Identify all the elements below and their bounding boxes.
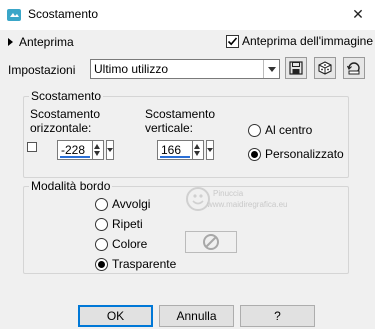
vertical-offset-input[interactable]: 166 [157,140,193,160]
horizontal-offset-label-text: Scostamento orizzontale: [30,107,101,135]
edge-repeat-radio[interactable] [95,218,108,231]
preview-toggle[interactable]: Anteprima [8,34,74,50]
edge-transparent-label: Trasparente [112,257,177,271]
preview-label: Anteprima [19,35,74,49]
edge-color-swatch[interactable] [185,231,237,253]
vertical-offset-label-text: Scostamento verticale: [145,107,216,135]
randomize-button[interactable] [314,57,336,79]
dialog-body: Anteprima Anteprima dell'immagine Impost… [0,30,375,329]
presets-value: Ultimo utilizzo [94,62,169,76]
vertical-offset-label: Scostamento verticale: [145,107,235,135]
edge-color-radio[interactable] [95,238,108,251]
horizontal-offset-stepper[interactable] [93,140,104,160]
offset-group-title: Scostamento [29,89,104,103]
disabled-icon [203,234,219,250]
help-button[interactable]: ? [240,305,315,327]
vertical-offset-value: 166 [161,143,182,157]
horizontal-offset-value: -228 [61,143,86,157]
edge-wrap-label: Avvolgi [112,197,151,211]
vertical-offset-spinner[interactable]: 166 [157,140,214,160]
close-button[interactable]: ✕ [346,4,370,24]
watermark-site: www.maidiregrafica.eu [207,200,288,209]
preview-on-image-label: Anteprima dell'immagine [242,34,374,48]
horizontal-offset-slider-dropdown[interactable] [106,140,114,160]
edge-mode-group-title: Modalità bordo [29,179,113,193]
save-preset-icon [289,61,303,75]
reset-button[interactable] [343,57,365,79]
vertical-offset-slider-dropdown[interactable] [206,140,214,160]
random-icon [318,61,332,75]
link-offsets-checkbox[interactable] [27,142,37,152]
presets-label: Impostazioni [8,63,76,77]
vertical-offset-stepper[interactable] [193,140,204,160]
edge-wrap-radio[interactable] [95,198,108,211]
cancel-button[interactable]: Annulla [159,305,234,327]
presets-dropdown[interactable]: Ultimo utilizzo [90,59,280,79]
window-title: Scostamento [28,7,99,21]
expand-arrow-icon [8,38,13,46]
save-preset-button[interactable] [285,57,307,79]
horizontal-offset-spinner[interactable]: -228 [57,140,114,160]
checkmark-icon [227,37,238,46]
custom-radio[interactable] [248,148,261,161]
horizontal-offset-input[interactable]: -228 [57,140,93,160]
watermark-name: Pinuccia [213,189,244,198]
title-bar[interactable]: Scostamento ✕ [0,0,375,30]
offset-dialog: Scostamento ✕ Anteprima Anteprima dell'i… [0,0,375,329]
edge-color-label: Colore [112,237,148,251]
custom-label: Personalizzato [265,147,344,161]
center-radio[interactable] [248,124,261,137]
horizontal-offset-label: Scostamento orizzontale: [30,107,135,135]
chevron-down-icon[interactable] [263,60,279,78]
edge-repeat-label: Ripeti [112,217,143,231]
edge-transparent-radio[interactable] [95,258,108,271]
reset-icon [347,62,360,75]
watermark: Pinuccia www.maidiregrafica.eu [185,186,325,226]
preview-on-image-checkbox[interactable] [226,35,239,48]
app-icon [6,7,22,23]
ok-button[interactable]: OK [78,305,153,327]
center-label: Al centro [265,123,313,137]
